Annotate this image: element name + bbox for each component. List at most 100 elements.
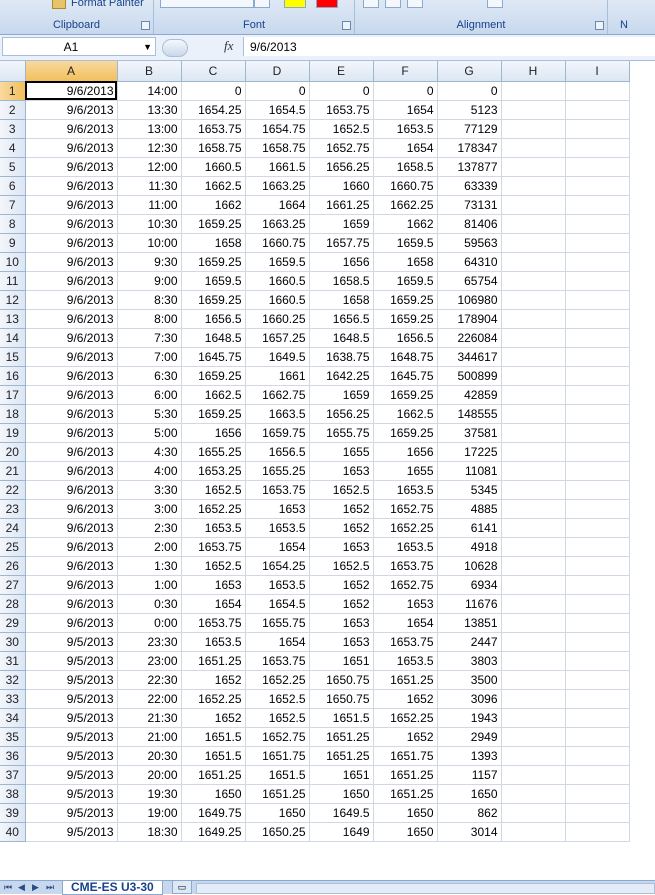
cell-e18[interactable]: 1656.25 <box>309 404 374 424</box>
column-header-i[interactable]: I <box>565 61 630 82</box>
cell-e9[interactable]: 1657.75 <box>309 233 374 253</box>
cell-a11[interactable]: 9/6/2013 <box>25 271 118 291</box>
font-launcher-icon[interactable] <box>342 21 351 30</box>
next-sheet-icon[interactable]: ▶ <box>32 882 39 893</box>
cell-g2[interactable]: 5123 <box>437 100 502 120</box>
cell-i13[interactable] <box>565 309 630 329</box>
font-color-button[interactable] <box>316 0 338 8</box>
cell-c5[interactable]: 1660.5 <box>181 157 246 177</box>
cell-a25[interactable]: 9/6/2013 <box>25 537 118 557</box>
row-header[interactable]: 12 <box>0 290 26 310</box>
cell-e29[interactable]: 1653 <box>309 613 374 633</box>
cell-c11[interactable]: 1659.5 <box>181 271 246 291</box>
cell-i3[interactable] <box>565 119 630 139</box>
cell-c15[interactable]: 1645.75 <box>181 347 246 367</box>
row-header[interactable]: 17 <box>0 385 26 405</box>
column-header-d[interactable]: D <box>245 61 310 82</box>
cell-g12[interactable]: 106980 <box>437 290 502 310</box>
cell-i25[interactable] <box>565 537 630 557</box>
row-header[interactable]: 13 <box>0 309 26 329</box>
cell-b6[interactable]: 11:30 <box>117 176 182 196</box>
cell-f17[interactable]: 1659.25 <box>373 385 438 405</box>
cell-i26[interactable] <box>565 556 630 576</box>
cell-b16[interactable]: 6:30 <box>117 366 182 386</box>
cell-h2[interactable] <box>501 100 566 120</box>
row-header[interactable]: 4 <box>0 138 26 158</box>
cell-c18[interactable]: 1659.25 <box>181 404 246 424</box>
cell-c31[interactable]: 1651.25 <box>181 651 246 671</box>
cell-a32[interactable]: 9/5/2013 <box>25 670 118 690</box>
cell-a13[interactable]: 9/6/2013 <box>25 309 118 329</box>
cell-c2[interactable]: 1654.25 <box>181 100 246 120</box>
cell-c17[interactable]: 1662.5 <box>181 385 246 405</box>
cell-i19[interactable] <box>565 423 630 443</box>
row-header[interactable]: 2 <box>0 100 26 120</box>
cell-i31[interactable] <box>565 651 630 671</box>
cell-a31[interactable]: 9/5/2013 <box>25 651 118 671</box>
cell-g24[interactable]: 6141 <box>437 518 502 538</box>
row-header[interactable]: 39 <box>0 803 26 823</box>
cell-h5[interactable] <box>501 157 566 177</box>
cell-f32[interactable]: 1651.25 <box>373 670 438 690</box>
cell-f9[interactable]: 1659.5 <box>373 233 438 253</box>
cell-b12[interactable]: 8:30 <box>117 290 182 310</box>
cell-b24[interactable]: 2:30 <box>117 518 182 538</box>
prev-sheet-icon[interactable]: ◀ <box>18 882 25 893</box>
cell-e3[interactable]: 1652.5 <box>309 119 374 139</box>
cell-a19[interactable]: 9/6/2013 <box>25 423 118 443</box>
column-header-b[interactable]: B <box>117 61 182 82</box>
cell-f31[interactable]: 1653.5 <box>373 651 438 671</box>
cell-g22[interactable]: 5345 <box>437 480 502 500</box>
cell-c32[interactable]: 1652 <box>181 670 246 690</box>
cell-b22[interactable]: 3:30 <box>117 480 182 500</box>
column-header-a[interactable]: A <box>25 61 118 82</box>
cell-c12[interactable]: 1659.25 <box>181 290 246 310</box>
cell-b23[interactable]: 3:00 <box>117 499 182 519</box>
cell-h21[interactable] <box>501 461 566 481</box>
cell-c26[interactable]: 1652.5 <box>181 556 246 576</box>
cell-c33[interactable]: 1652.25 <box>181 689 246 709</box>
cell-c14[interactable]: 1648.5 <box>181 328 246 348</box>
cell-h32[interactable] <box>501 670 566 690</box>
cell-f16[interactable]: 1645.75 <box>373 366 438 386</box>
cell-a21[interactable]: 9/6/2013 <box>25 461 118 481</box>
row-header[interactable]: 40 <box>0 822 26 842</box>
cell-a15[interactable]: 9/6/2013 <box>25 347 118 367</box>
cell-d30[interactable]: 1654 <box>245 632 310 652</box>
cell-e34[interactable]: 1651.5 <box>309 708 374 728</box>
cell-g19[interactable]: 37581 <box>437 423 502 443</box>
cell-f26[interactable]: 1653.75 <box>373 556 438 576</box>
cell-f27[interactable]: 1652.75 <box>373 575 438 595</box>
cell-i11[interactable] <box>565 271 630 291</box>
cell-d33[interactable]: 1652.5 <box>245 689 310 709</box>
cell-c19[interactable]: 1656 <box>181 423 246 443</box>
cell-d9[interactable]: 1660.75 <box>245 233 310 253</box>
cell-i21[interactable] <box>565 461 630 481</box>
cell-i27[interactable] <box>565 575 630 595</box>
cell-g8[interactable]: 81406 <box>437 214 502 234</box>
cell-d37[interactable]: 1651.5 <box>245 765 310 785</box>
cell-a39[interactable]: 9/5/2013 <box>25 803 118 823</box>
cell-e8[interactable]: 1659 <box>309 214 374 234</box>
cell-c4[interactable]: 1658.75 <box>181 138 246 158</box>
cell-i34[interactable] <box>565 708 630 728</box>
cell-c10[interactable]: 1659.25 <box>181 252 246 272</box>
cell-f14[interactable]: 1656.5 <box>373 328 438 348</box>
cell-g28[interactable]: 11676 <box>437 594 502 614</box>
cell-b27[interactable]: 1:00 <box>117 575 182 595</box>
cell-f3[interactable]: 1653.5 <box>373 119 438 139</box>
cell-i1[interactable] <box>565 81 630 101</box>
cell-b7[interactable]: 11:00 <box>117 195 182 215</box>
cell-e26[interactable]: 1652.5 <box>309 556 374 576</box>
cell-g39[interactable]: 862 <box>437 803 502 823</box>
cell-e12[interactable]: 1658 <box>309 290 374 310</box>
cell-f12[interactable]: 1659.25 <box>373 290 438 310</box>
cell-d40[interactable]: 1650.25 <box>245 822 310 842</box>
cell-g4[interactable]: 178347 <box>437 138 502 158</box>
cell-e16[interactable]: 1642.25 <box>309 366 374 386</box>
cell-a40[interactable]: 9/5/2013 <box>25 822 118 842</box>
cell-d29[interactable]: 1655.75 <box>245 613 310 633</box>
cell-c25[interactable]: 1653.75 <box>181 537 246 557</box>
cell-g3[interactable]: 77129 <box>437 119 502 139</box>
cell-g16[interactable]: 500899 <box>437 366 502 386</box>
